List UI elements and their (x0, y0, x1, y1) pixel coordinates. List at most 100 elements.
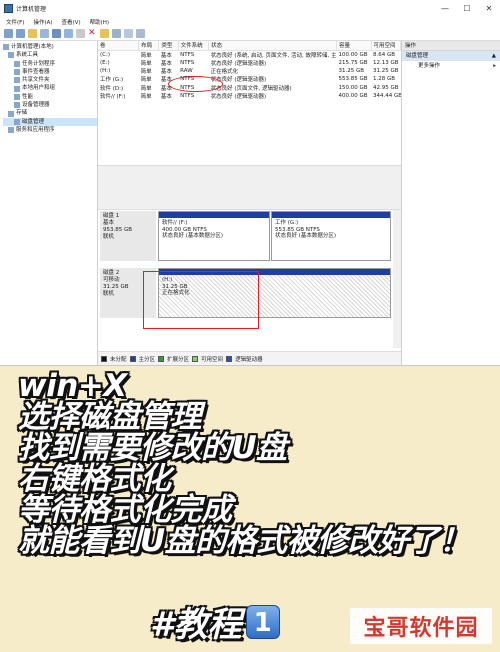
tree-item-performance[interactable]: 性能 (3, 93, 97, 101)
settings-icon[interactable] (76, 29, 85, 38)
back-icon[interactable] (4, 29, 13, 38)
computer-management-window: 计算机管理 — ☐ ✕ 文件(F) 操作(A) 查看(V) 帮助(H) ✕ 计算… (0, 0, 500, 366)
primary-swatch (129, 355, 136, 362)
caption-line-1: win+X (18, 368, 127, 404)
folder-icon (14, 77, 20, 84)
open-icon[interactable] (100, 29, 109, 38)
legend: 未分配 主分区 扩展分区 可用空间 逻辑驱动器 (98, 351, 401, 365)
volume-table-header: 卷 布局 类型 文件系统 状态 容量 可用空间 (98, 41, 401, 51)
navigation-tree: 计算机管理(本地) 系统工具 任务计划程序 事件查看器 共享文件夹 本地用户和组… (0, 41, 98, 365)
disk-1-label: 磁盘 1 基本 953.85 GB 联机 (100, 211, 156, 261)
tools-icon (8, 52, 14, 59)
menu-bar: 文件(F) 操作(A) 查看(V) 帮助(H) (0, 16, 500, 27)
caption-line-3: 找到需要修改的U盘 (18, 430, 287, 466)
tree-item-computer-management[interactable]: 计算机管理(本地) (3, 43, 97, 51)
device-icon (14, 102, 20, 109)
tree-item-users-groups[interactable]: 本地用户和组 (3, 84, 97, 92)
formatting-highlight-box (143, 271, 259, 329)
tree-item-device-manager[interactable]: 设备管理器 (3, 101, 97, 109)
caption-line-6: 就能看到U盘的格式被修改好了！ (18, 523, 470, 559)
table-row[interactable]: (E:) 简单 基本 NTFS 状态良好 (逻辑驱动器) 215.75 GB 12.13 G… (98, 59, 401, 67)
actions-header: 操作 (402, 41, 500, 51)
minimize-button[interactable]: — (434, 4, 456, 13)
tree-item-disk-management[interactable]: 磁盘管理 (3, 117, 97, 126)
unallocated-swatch (101, 355, 107, 362)
disk-1-row[interactable]: 磁盘 1 基本 953.85 GB 联机 软件// (F:) 400.00 GB… (100, 211, 391, 261)
forward-icon[interactable] (16, 29, 25, 38)
partition-status: 状态良好 (基本数据分区) (275, 233, 337, 239)
keycap-number-icon: 1 (245, 604, 280, 639)
clock-icon (14, 60, 20, 67)
window-controls: — ☐ ✕ (434, 4, 500, 13)
menu-help[interactable]: 帮助(H) (90, 18, 109, 26)
scrollbar[interactable] (393, 210, 401, 348)
partition-status: 状态良好 (基本数据分区) (162, 233, 224, 239)
tree-item-system-tools[interactable]: 系统工具 (3, 51, 97, 59)
table-row[interactable]: 软件 (D:) 简单 基本 NTFS 状态良好 (页面文件, 逻辑驱动器) 150.00 … (98, 84, 401, 92)
tree-item-event-viewer[interactable]: 事件查看器 (3, 68, 97, 76)
caption-line-2: 选择磁盘管理 (18, 399, 202, 435)
tree-item-services-apps[interactable]: 服务和应用程序 (3, 126, 97, 134)
title-bar: 计算机管理 — ☐ ✕ (0, 0, 500, 16)
menu-action[interactable]: 操作(A) (33, 18, 52, 26)
table-row[interactable]: 工作 (G:) 简单 基本 NTFS 状态良好 (逻辑驱动器) 553.85 GB 1.28… (98, 75, 401, 83)
menu-file[interactable]: 文件(F) (6, 18, 24, 26)
disk-name: 磁盘 1 (103, 213, 120, 219)
help-icon[interactable] (64, 29, 73, 38)
up-folder-icon[interactable] (28, 29, 37, 38)
show-tree-icon[interactable] (40, 29, 49, 38)
raw-highlight-circle (168, 76, 223, 92)
table-row[interactable]: (H:) 简单 基本 RAW 正在格式化 31.25 GB 31.25 GB (98, 67, 401, 75)
actions-pane: 操作 磁盘管理 ▲ 更多操作 ▸ (402, 41, 500, 365)
users-icon (14, 85, 20, 92)
extended-swatch (158, 355, 165, 362)
collapse-arrow-icon: ▲ (491, 53, 496, 59)
services-icon (8, 127, 14, 134)
caption-line-5: 等待格式化完成 (18, 492, 232, 528)
computer-icon (3, 44, 9, 51)
volume-table: 卷 布局 类型 文件系统 状态 容量 可用空间 (C:) 简单 基本 NTFS 状态良好… (98, 41, 401, 100)
disk-management-pane: 卷 布局 类型 文件系统 状态 容量 可用空间 (C:) 简单 基本 NTFS 状态良好… (98, 41, 402, 365)
watermark: 宝哥软件园 (350, 608, 492, 644)
storage-icon (8, 110, 14, 117)
view-icon[interactable] (136, 29, 145, 38)
col-volume[interactable]: 卷 (98, 41, 140, 51)
menu-view[interactable]: 查看(V) (62, 18, 81, 26)
tag-text: #教程 (150, 605, 242, 645)
tree-item-shared-folders[interactable]: 共享文件夹 (3, 76, 97, 84)
col-type[interactable]: 类型 (158, 41, 179, 51)
performance-icon (14, 93, 20, 100)
disk-type: 基本 (103, 220, 115, 226)
col-free-space[interactable]: 可用空间 (371, 41, 401, 51)
col-capacity[interactable]: 容量 (336, 41, 372, 51)
delete-icon[interactable]: ✕ (88, 29, 97, 38)
close-button[interactable]: ✕ (478, 4, 500, 13)
event-icon (14, 69, 20, 76)
tutorial-caption: win+X 选择磁盘管理 找到需要修改的U盘 右键格式化 等待格式化完成 就能看… (18, 371, 488, 557)
partition-g[interactable]: 工作 (G:) 553.85 GB NTFS 状态良好 (基本数据分区) (271, 211, 391, 261)
table-row[interactable]: 软件// (F:) 简单 基本 NTFS 状态良好 (逻辑驱动器) 400.00 GB 34… (98, 92, 401, 100)
disk-status: 联机 (103, 234, 115, 240)
computer-management-icon (4, 3, 13, 13)
partition-f[interactable]: 软件// (F:) 400.00 GB NTFS 状态良好 (基本数据分区) (158, 211, 270, 261)
export-icon[interactable] (124, 29, 133, 38)
search-icon[interactable] (112, 29, 121, 38)
logical-drive-swatch (226, 355, 233, 362)
table-row[interactable]: (C:) 简单 基本 NTFS 状态良好 (系统, 启动, 页面文件, 活动, 故障转储… (98, 50, 401, 59)
chevron-right-icon: ▸ (493, 63, 496, 69)
maximize-button[interactable]: ☐ (456, 4, 478, 13)
toolbar: ✕ (0, 27, 500, 41)
pane-divider[interactable] (98, 165, 401, 210)
properties-icon[interactable] (52, 29, 61, 38)
window-title: 计算机管理 (16, 5, 47, 13)
actions-disk-management[interactable]: 磁盘管理 ▲ (402, 51, 500, 61)
col-status[interactable]: 状态 (208, 41, 337, 51)
caption-line-4: 右键格式化 (18, 461, 171, 497)
col-filesystem[interactable]: 文件系统 (178, 41, 210, 51)
more-actions[interactable]: 更多操作 ▸ (402, 61, 500, 71)
free-space-swatch (192, 355, 199, 362)
tutorial-tag: #教程 1 (150, 597, 280, 646)
tree-item-storage[interactable]: 存储 (3, 109, 97, 117)
tree-item-task-scheduler[interactable]: 任务计划程序 (3, 60, 97, 68)
col-layout[interactable]: 布局 (138, 41, 160, 51)
